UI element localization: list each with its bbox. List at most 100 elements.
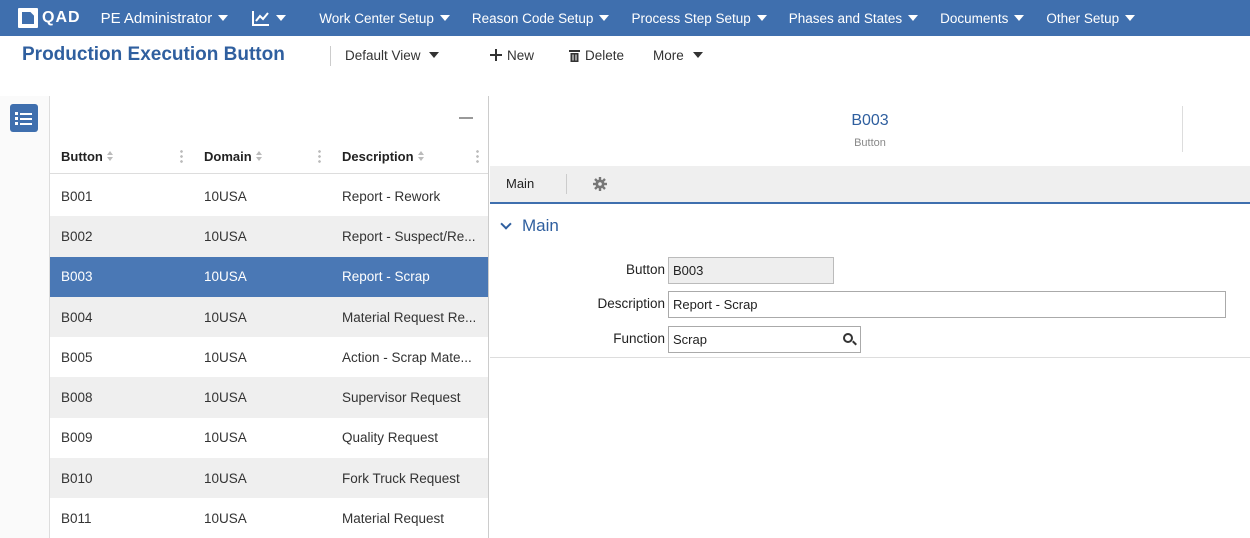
qad-logo-icon (18, 8, 38, 28)
analytics-menu[interactable] (252, 10, 287, 26)
cell-description: Report - Suspect/Re... (342, 228, 476, 244)
caret-down-icon (908, 15, 919, 21)
table-row[interactable]: B011 10USA Material Request (50, 498, 488, 538)
cell-button: B001 (61, 188, 93, 204)
cell-domain: 10USA (204, 188, 247, 204)
function-field-label: Function (613, 331, 665, 346)
column-menu-icon[interactable] (318, 149, 321, 163)
table-row[interactable]: B010 10USA Fork Truck Request (50, 458, 488, 499)
line (20, 117, 32, 120)
gear-icon[interactable] (593, 177, 607, 191)
caret-down-icon (692, 52, 703, 58)
cell-button: B011 (61, 511, 92, 527)
new-button[interactable]: New (490, 36, 534, 74)
qad-logo[interactable]: QAD (18, 8, 81, 28)
menu-label: Other Setup (1046, 10, 1120, 26)
cell-domain: 10USA (204, 511, 247, 527)
delete-button[interactable]: Delete (569, 36, 624, 74)
button-field[interactable]: B003 (668, 257, 834, 284)
caret-down-icon (276, 15, 287, 21)
menu-reason-code-setup[interactable]: Reason Code Setup (472, 11, 610, 26)
caret-down-icon (1125, 15, 1136, 21)
plus-icon (490, 49, 502, 61)
column-header-domain[interactable]: Domain (193, 138, 331, 174)
divider (330, 46, 331, 66)
table-header: Button Domain Description (50, 138, 488, 174)
list-view-toggle[interactable] (10, 104, 38, 132)
menu-label: Phases and States (788, 10, 903, 26)
bullet (15, 117, 18, 120)
button-field-label: Button (625, 262, 665, 277)
menu-phases-and-states[interactable]: Phases and States (788, 10, 919, 26)
detail-tabs: Main (490, 166, 1250, 204)
caret-down-icon (439, 15, 450, 21)
search-icon[interactable] (843, 333, 853, 343)
bullet (15, 122, 18, 125)
section-title: Main (522, 216, 559, 235)
cell-description: Report - Scrap (342, 269, 430, 285)
table-row[interactable]: B005 10USA Action - Scrap Mate... (50, 337, 488, 377)
top-nav-bar: QAD PE Administrator Work Center Setup R… (0, 0, 1250, 36)
new-label: New (507, 47, 535, 63)
trash-icon (569, 49, 580, 62)
cell-domain: 10USA (204, 390, 247, 406)
cell-button: B005 (61, 349, 93, 365)
menu-work-center-setup[interactable]: Work Center Setup (319, 11, 450, 26)
table-row-selected[interactable]: B003 10USA Report - Scrap (50, 256, 488, 297)
list-toolbar (50, 96, 488, 138)
caret-down-icon (218, 15, 229, 21)
record-id: B003 (851, 112, 889, 129)
record-list: Button Domain Description B001 10USA Repor… (50, 96, 489, 538)
table-row[interactable]: B009 10USA Quality Request (50, 418, 488, 458)
menu-documents[interactable]: Documents (940, 10, 1025, 26)
cell-description: Quality Request (342, 430, 439, 446)
function-field[interactable]: Scrap (668, 326, 861, 353)
menu-label: Process Step Setup (631, 10, 751, 26)
section-header-main[interactable]: Main (500, 216, 559, 236)
logo-text: QAD (42, 9, 81, 26)
detail-panel: B003 Button Main Main Button B003 Descri… (490, 96, 1250, 538)
divider (1182, 106, 1183, 152)
cell-button: B004 (61, 309, 93, 325)
column-header-button[interactable]: Button (50, 138, 193, 174)
sort-icon (106, 151, 114, 161)
description-field-label: Description (597, 296, 665, 311)
menu-process-step-setup[interactable]: Process Step Setup (631, 10, 767, 26)
menu-label: Documents (940, 10, 1009, 26)
sort-icon (255, 151, 263, 161)
more-label: More (653, 47, 684, 63)
caret-down-icon (428, 52, 439, 58)
column-label: Description (342, 148, 414, 164)
cell-domain: 10USA (204, 269, 247, 285)
cell-description: Supervisor Request (342, 390, 461, 406)
function-value: Scrap (673, 332, 707, 347)
chart-icon (252, 11, 270, 26)
description-field[interactable]: Report - Scrap (668, 291, 1226, 318)
menu-other-setup[interactable]: Other Setup (1046, 10, 1136, 26)
table-row[interactable]: B008 10USA Supervisor Request (50, 377, 488, 418)
column-label: Button (61, 148, 103, 164)
cell-description: Material Request Re... (342, 309, 477, 325)
cell-description: Fork Truck Request (342, 470, 460, 486)
column-menu-icon[interactable] (476, 149, 479, 163)
divider (490, 357, 1250, 358)
role-menu[interactable]: PE Administrator (101, 10, 229, 27)
view-label: Default View (345, 47, 421, 63)
page-header: Production Execution Button Default View… (0, 36, 1250, 96)
column-menu-icon[interactable] (180, 149, 183, 163)
column-header-description[interactable]: Description (331, 138, 488, 174)
delete-label: Delete (585, 47, 625, 63)
table-row[interactable]: B002 10USA Report - Suspect/Re... (50, 216, 488, 257)
table-row[interactable]: B001 10USA Report - Rework (50, 176, 488, 216)
bullet (15, 112, 18, 115)
minimize-icon[interactable] (459, 117, 473, 119)
sort-icon (417, 151, 425, 161)
tab-main[interactable]: Main (506, 166, 534, 202)
table-row[interactable]: B004 10USA Material Request Re... (50, 296, 488, 338)
divider (566, 174, 567, 194)
line (20, 112, 32, 115)
cell-button: B003 (61, 269, 93, 285)
cell-description: Action - Scrap Mate... (342, 349, 472, 365)
view-selector[interactable]: Default View (345, 36, 439, 74)
more-menu[interactable]: More (653, 36, 703, 74)
